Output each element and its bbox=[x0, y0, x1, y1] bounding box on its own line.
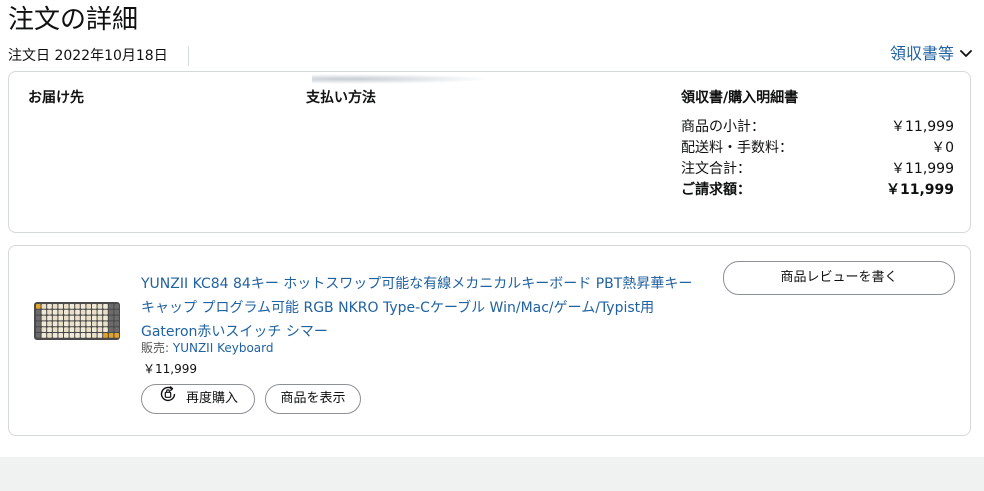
seller-line: 販売: YUNZII Keyboard bbox=[141, 339, 274, 357]
redacted-smudge bbox=[312, 74, 492, 84]
summary-label: 商品の小計： bbox=[681, 119, 765, 135]
chevron-down-icon bbox=[960, 50, 972, 58]
order-date: 注文日 2022年10月18日 bbox=[8, 48, 168, 64]
seller-prefix: 販売: bbox=[141, 341, 170, 355]
seller-link[interactable]: YUNZII Keyboard bbox=[173, 341, 274, 355]
meta-divider bbox=[188, 46, 189, 66]
order-item-card: YUNZII KC84 84キー ホットスワップ可能な有線メカニカルキーボード … bbox=[8, 245, 971, 436]
summary-row-subtotal: 商品の小計： ￥11,999 bbox=[681, 117, 954, 138]
view-item-button[interactable]: 商品を表示 bbox=[265, 384, 361, 414]
receipt-link-label: 領収書等 bbox=[889, 44, 954, 63]
product-title-link[interactable]: YUNZII KC84 84キー ホットスワップ可能な有線メカニカルキーボード … bbox=[141, 272, 701, 344]
summary-row-grand-total: ご請求額： ￥11,999 bbox=[681, 180, 954, 201]
payment-method-heading: 支払い方法 bbox=[306, 90, 376, 106]
item-price: ￥11,999 bbox=[143, 362, 197, 376]
page-title: 注文の詳細 bbox=[8, 5, 139, 35]
buy-again-button[interactable]: 再度購入 bbox=[141, 384, 255, 414]
order-summary-card: お届け先 支払い方法 領収書/購入明細書 商品の小計： ￥11,999 配送料・… bbox=[8, 71, 971, 233]
buy-again-label: 再度購入 bbox=[185, 391, 238, 406]
buy-again-icon bbox=[158, 384, 178, 415]
summary-value: ￥11,999 bbox=[885, 182, 954, 198]
summary-value: ￥11,999 bbox=[891, 161, 954, 177]
receipt-heading: 領収書/購入明細書 bbox=[681, 90, 799, 106]
summary-row-order-total: 注文合計： ￥11,999 bbox=[681, 159, 954, 180]
shipping-address-heading: お届け先 bbox=[28, 90, 84, 106]
order-summary-rows: 商品の小計： ￥11,999 配送料・手数料： ￥0 注文合計： ￥11,999… bbox=[681, 117, 954, 201]
summary-row-shipping: 配送料・手数料： ￥0 bbox=[681, 138, 954, 159]
keyboard-thumbnail-icon[interactable] bbox=[33, 300, 121, 342]
write-review-label: 商品レビューを書く bbox=[780, 270, 898, 285]
summary-label: ご請求額： bbox=[681, 182, 751, 198]
summary-value: ￥0 bbox=[931, 140, 954, 156]
summary-value: ￥11,999 bbox=[891, 119, 954, 135]
receipt-dropdown[interactable]: 領収書等 bbox=[890, 42, 972, 66]
footer-band bbox=[0, 457, 984, 491]
summary-label: 配送料・手数料： bbox=[681, 140, 793, 156]
summary-label: 注文合計： bbox=[681, 161, 751, 177]
write-review-button[interactable]: 商品レビューを書く bbox=[723, 261, 955, 295]
view-item-label: 商品を表示 bbox=[280, 391, 346, 406]
